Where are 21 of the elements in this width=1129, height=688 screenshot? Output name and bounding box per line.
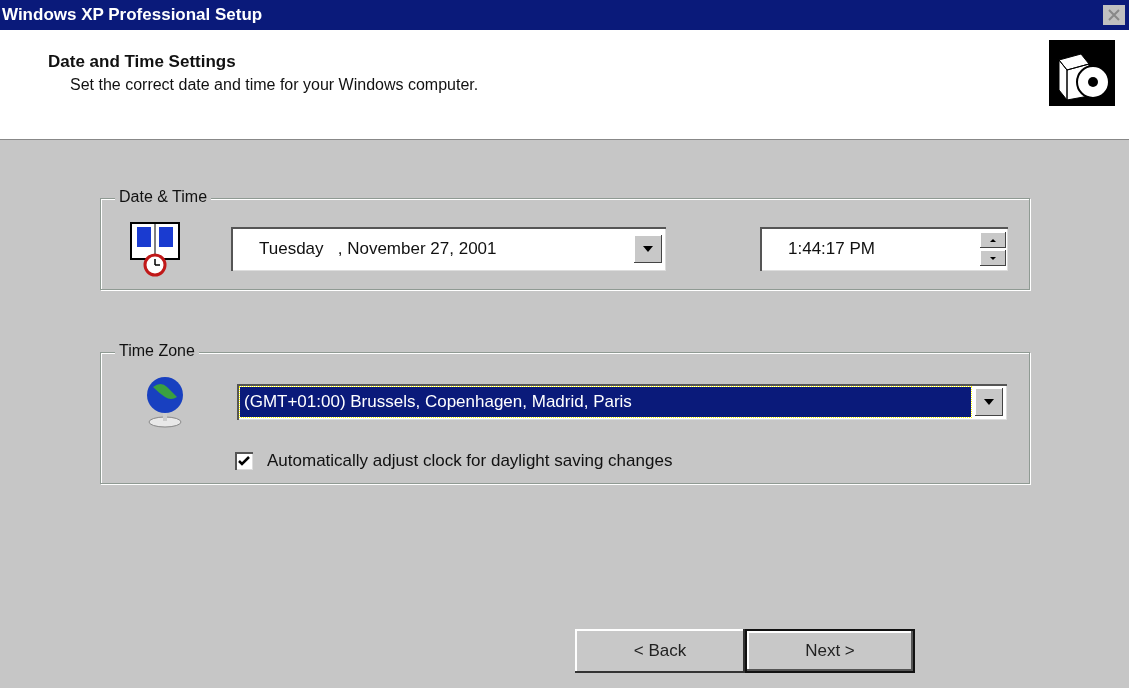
close-icon: [1108, 9, 1120, 21]
time-zone-dropdown[interactable]: (GMT+01:00) Brussels, Copenhagen, Madrid, Paris: [237, 384, 1007, 420]
dropdown-button[interactable]: [634, 235, 662, 263]
checkbox-label: Automatically adjust clock for daylight saving changes: [267, 451, 673, 471]
page-subtitle: Set the correct date and time for your Windows computer.: [70, 76, 479, 94]
next-button[interactable]: Next >: [745, 629, 915, 673]
caret-icon: [984, 399, 994, 405]
date-dropdown[interactable]: Tuesday , November 27, 2001: [231, 227, 666, 271]
calendar-clock-icon: [129, 221, 181, 277]
spin-down-button[interactable]: [980, 250, 1006, 266]
time-field[interactable]: 1:44:17 PM: [760, 227, 1008, 271]
window-title: Windows XP Professional Setup: [2, 5, 263, 25]
checkbox[interactable]: [235, 452, 253, 470]
setup-box-icon: [1049, 40, 1115, 106]
down-arrow-icon: [990, 256, 996, 260]
caret-icon: [643, 246, 653, 252]
page-title: Date and Time Settings: [48, 52, 237, 72]
dropdown-button[interactable]: [975, 388, 1003, 416]
back-button[interactable]: < Back: [575, 629, 745, 673]
up-arrow-icon: [990, 238, 996, 242]
spin-up-button[interactable]: [980, 232, 1006, 248]
